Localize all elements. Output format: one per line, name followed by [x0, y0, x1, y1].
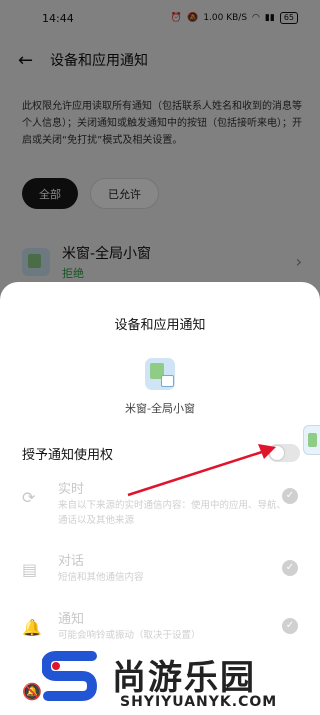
check-icon: ✓ [282, 560, 298, 576]
permission-title: 实时 [58, 482, 85, 497]
toggle-knob [270, 446, 284, 460]
sheet-title: 设备和应用通知 [114, 318, 206, 333]
permission-title: 对话 [58, 554, 85, 569]
watermark-logo [42, 651, 98, 701]
permission-item-realtime: ⟳ 实时 来自以下来源的实时通信内容：使用中的应用、导航、通话以及其他来源 ✓ [22, 478, 300, 528]
grant-access-row[interactable]: 授予通知使用权 [22, 438, 300, 468]
watermark-url: SHYIYUANYK.COM [120, 694, 278, 710]
message-icon: ▤ [22, 560, 38, 579]
grant-access-label: 授予通知使用权 [22, 447, 114, 463]
check-icon: ✓ [282, 488, 298, 504]
permission-desc: 可能会响铃或振动（取决于设置） [58, 630, 201, 641]
bell-icon: 🔔 [22, 618, 42, 637]
sheet-app-name: 米窗-全局小窗 [125, 402, 195, 415]
permission-title: 通知 [58, 612, 85, 627]
floating-window-thumb[interactable] [303, 425, 320, 455]
watermark: 尚游乐园 SHYIYUANYK.COM [0, 650, 320, 715]
watermark-text: 尚游乐园 [112, 658, 256, 698]
sync-icon: ⟳ [22, 488, 36, 507]
app-icon [145, 358, 175, 390]
permission-item-conversation: ▤ 对话 短信和其他通信内容 ✓ [22, 550, 300, 600]
permission-desc: 短信和其他通信内容 [58, 572, 144, 583]
check-icon: ✓ [282, 618, 298, 634]
grant-access-toggle[interactable] [268, 444, 300, 462]
permission-desc: 来自以下来源的实时通信内容：使用中的应用、导航、通话以及其他来源 [58, 500, 287, 526]
